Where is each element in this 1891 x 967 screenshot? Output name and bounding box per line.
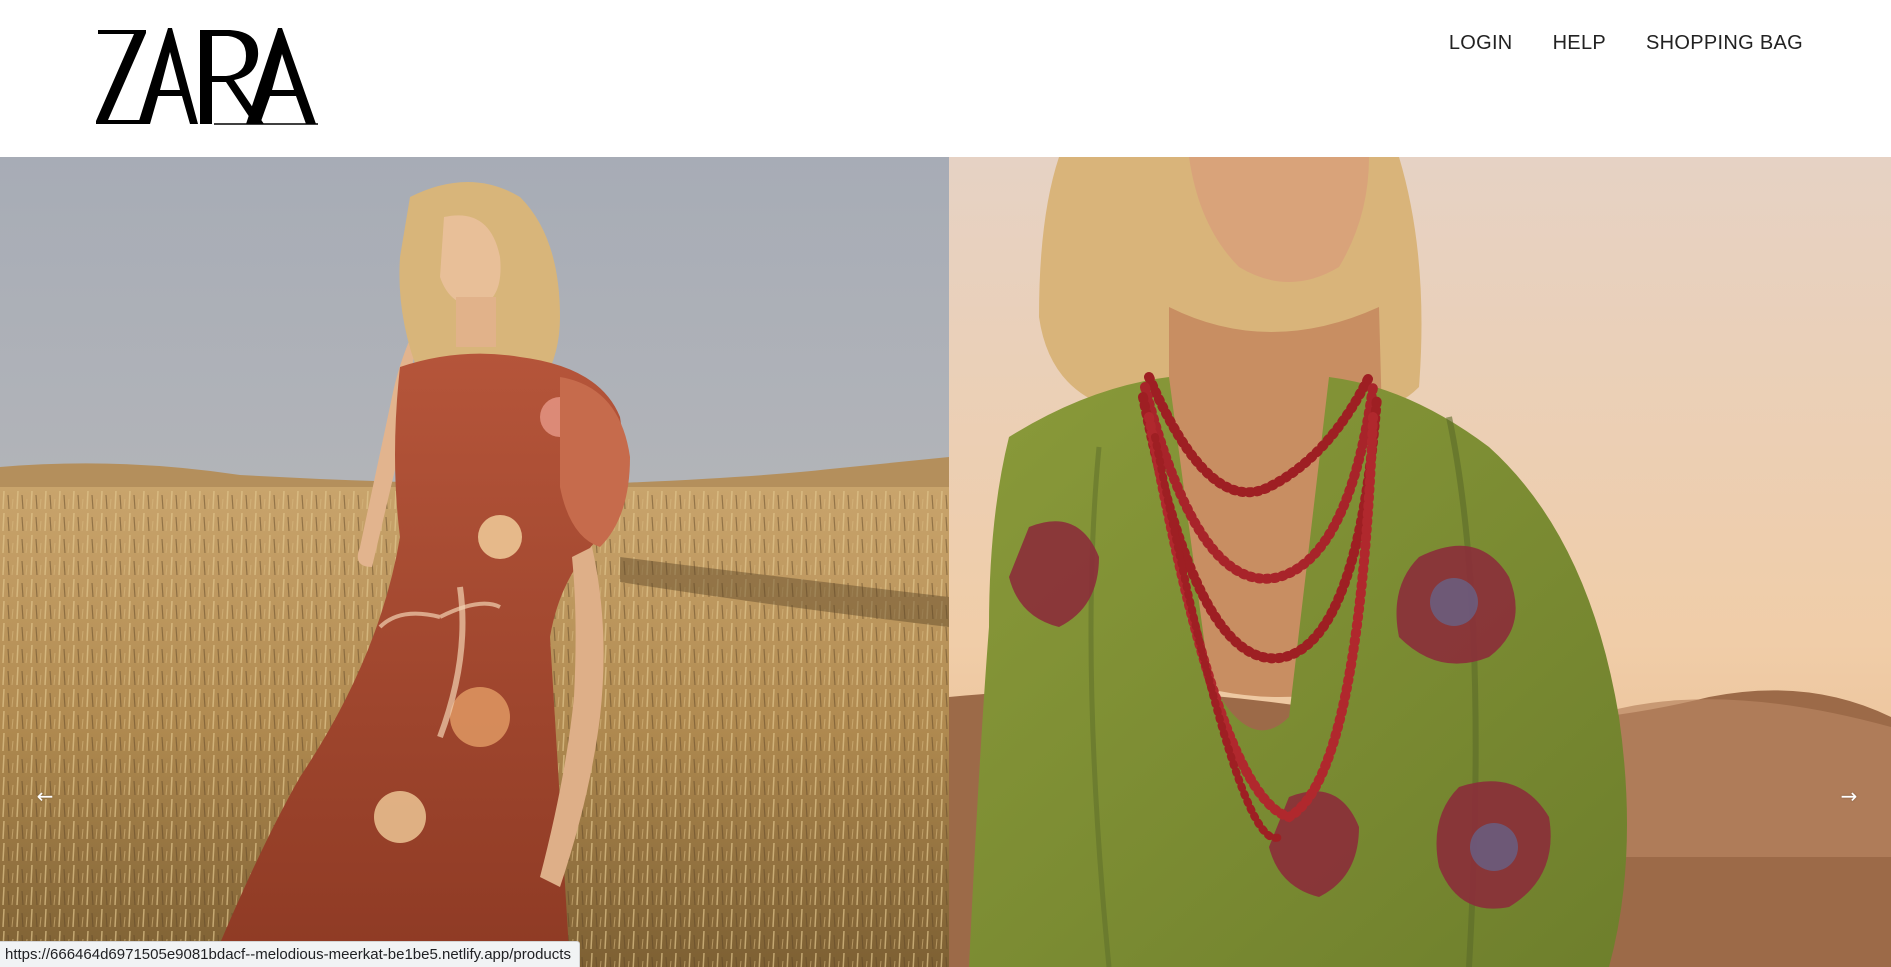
nav-login-link[interactable]: LOGIN xyxy=(1429,30,1533,56)
zara-logo[interactable] xyxy=(94,26,318,126)
arrow-right-icon: → xyxy=(1840,784,1858,808)
hero-carousel[interactable]: ← → xyxy=(0,157,1891,967)
browser-status-bar: https://666464d6971505e9081bdacf--melodi… xyxy=(0,941,580,967)
status-url: https://666464d6971505e9081bdacf--melodi… xyxy=(5,946,571,963)
nav-help-link[interactable]: HELP xyxy=(1533,30,1626,56)
zara-logo-mark xyxy=(96,28,318,125)
carousel-next-button[interactable]: → xyxy=(1836,783,1862,809)
nav-shopping-bag-link[interactable]: SHOPPING BAG xyxy=(1626,30,1803,56)
top-nav: LOGIN HELP SHOPPING BAG xyxy=(1429,30,1803,56)
arrow-left-icon: ← xyxy=(36,784,54,808)
hero-image-green-blouse xyxy=(949,157,1891,967)
site-header: LOGIN HELP SHOPPING BAG xyxy=(0,0,1891,157)
hero-image-floral-dress xyxy=(0,157,949,967)
carousel-prev-button[interactable]: ← xyxy=(32,783,58,809)
